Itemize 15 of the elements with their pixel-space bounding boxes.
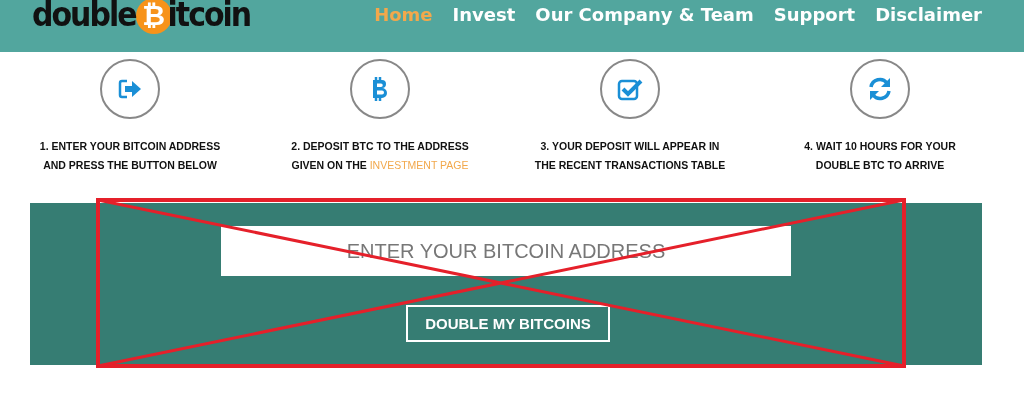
investment-page-link[interactable]: INVESTMENT PAGE [369,159,469,171]
bitcoin-icon [371,76,389,102]
step-text: 3. YOUR DEPOSIT WILL APPEAR IN THE RECENT TRANSACTIONS TABLE [533,139,727,173]
logo-text: double [32,0,136,36]
double-bitcoins-button[interactable]: DOUBLE MY BITCOINS [406,305,610,342]
refresh-icon [867,76,893,102]
enter-arrow-icon [118,78,142,100]
nav-link[interactable]: Our Company & Team [535,3,754,27]
checkbox-icon [617,77,643,101]
nav-link[interactable]: Invest [452,3,516,27]
nav-link[interactable]: Support [773,3,856,27]
step-text: 1. ENTER YOUR BITCOIN ADDRESS AND PRESS THE BUTTON BELOW [38,139,222,173]
step-text: 4. WAIT 10 HOURS FOR YOUR DOUBLE BTC TO ARRIVE [803,139,957,173]
nav-link[interactable]: Disclaimer [875,3,982,27]
step-text: 2. DEPOSIT BTC TO THE ADDRESS GIVEN ON THE INVESTMENT PAGE [290,139,470,173]
